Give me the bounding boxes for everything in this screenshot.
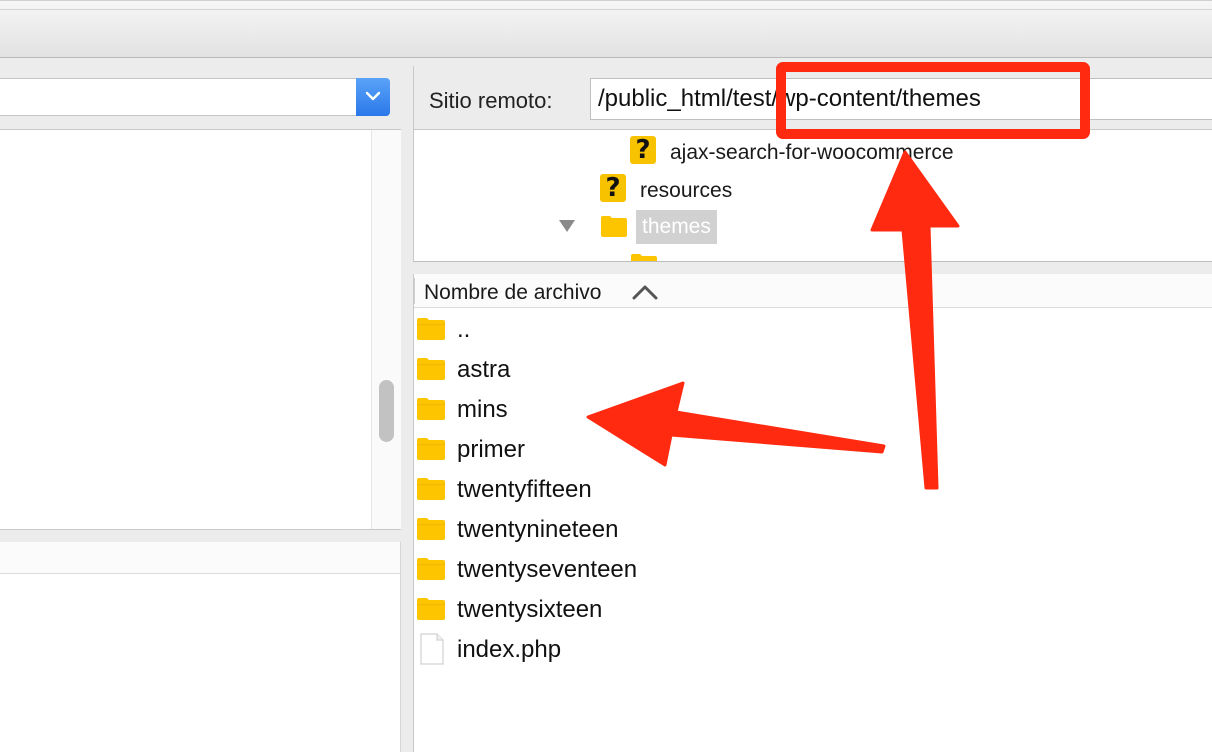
remote-directory-tree[interactable]: ? ajax-search-for-woocommerce ? resource… xyxy=(413,130,1212,262)
file-name: index.php xyxy=(457,636,562,663)
remote-site-label: Sitio remoto: xyxy=(429,88,553,113)
file-name: astra xyxy=(457,356,511,383)
local-site-bar xyxy=(0,66,401,130)
scrollbar-thumb[interactable] xyxy=(379,380,394,442)
sort-ascending-icon[interactable] xyxy=(632,284,658,300)
local-list-header xyxy=(0,542,400,574)
file-row[interactable]: twentyseventeen xyxy=(414,550,1212,590)
file-name: primer xyxy=(457,436,526,463)
combo-dropdown-button[interactable] xyxy=(356,78,390,116)
local-path-combobox[interactable] xyxy=(0,78,390,116)
column-header-filename[interactable]: Nombre de archivo xyxy=(424,281,601,305)
file-row[interactable]: mins xyxy=(414,390,1212,430)
folder-icon xyxy=(417,318,445,340)
folder-icon xyxy=(417,598,445,620)
file-icon xyxy=(420,633,444,665)
tree-item-label: resources xyxy=(640,179,733,202)
remote-site-bar: Sitio remoto: /public_html/test/wp-conte… xyxy=(413,66,1212,130)
file-row[interactable]: astra xyxy=(414,350,1212,390)
tree-item-label: ajax-search-for-woocommerce xyxy=(670,141,954,164)
list-header: Nombre de archivo xyxy=(414,274,1212,308)
file-name: twentynineteen xyxy=(457,516,619,543)
folder-icon xyxy=(417,518,445,540)
folder-icon xyxy=(417,438,445,460)
file-row[interactable]: twentyfifteen xyxy=(414,470,1212,510)
pane-splitter[interactable] xyxy=(0,530,401,542)
expanded-triangle-icon[interactable] xyxy=(558,219,576,233)
remote-path-field[interactable]: /public_html/test/wp-content/themes xyxy=(590,78,1212,120)
file-name: twentyfifteen xyxy=(457,476,592,503)
tree-item-label: themes xyxy=(636,210,717,244)
file-row[interactable]: index.php xyxy=(414,630,1212,670)
pane-splitter[interactable] xyxy=(413,262,1212,274)
toolbar xyxy=(0,0,1212,58)
folder-icon xyxy=(417,398,445,420)
folder-icon xyxy=(631,254,657,261)
chevron-down-icon xyxy=(365,91,381,101)
column-divider xyxy=(414,278,415,304)
folder-icon xyxy=(417,558,445,580)
file-name: twentyseventeen xyxy=(457,556,638,583)
file-name: .. xyxy=(457,316,471,343)
folder-icon xyxy=(601,216,627,237)
folder-icon xyxy=(417,358,445,380)
file-row[interactable]: twentysixteen xyxy=(414,590,1212,630)
local-tree-scrollbar[interactable] xyxy=(371,130,401,529)
local-directory-tree[interactable] xyxy=(0,130,401,530)
folder-icon xyxy=(417,478,445,500)
unknown-folder-icon: ? xyxy=(600,174,626,202)
file-row[interactable]: primer xyxy=(414,430,1212,470)
remote-file-list[interactable]: Nombre de archivo .. astra mins primer twent… xyxy=(413,274,1212,752)
file-row[interactable]: twentynineteen xyxy=(414,510,1212,550)
file-name: twentysixteen xyxy=(457,596,603,623)
local-file-list[interactable] xyxy=(0,542,401,752)
file-name: mins xyxy=(457,396,508,423)
file-row[interactable]: .. xyxy=(414,310,1212,350)
unknown-folder-icon: ? xyxy=(630,136,656,164)
